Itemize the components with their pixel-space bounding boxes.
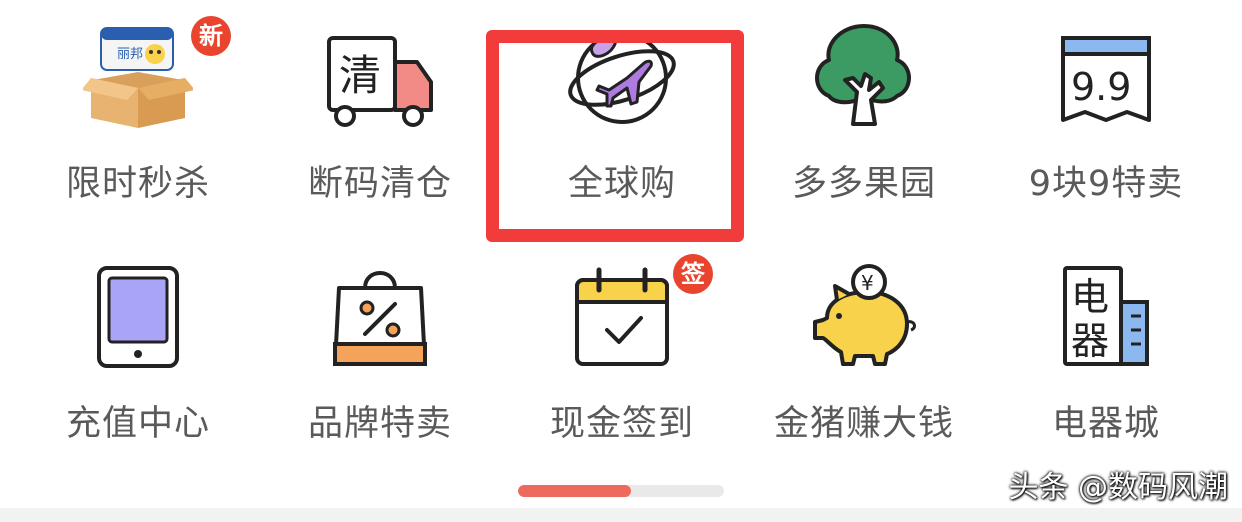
- new-badge: 新: [191, 16, 231, 56]
- menu-item-label: 电器城: [1051, 404, 1160, 444]
- menu-item-99-sale[interactable]: 9.9 9块9特卖: [1001, 0, 1201, 204]
- highlight-box: [486, 30, 744, 242]
- menu-item-orchard[interactable]: 多多果园: [759, 0, 959, 204]
- menu-item-label: 限时秒杀: [65, 164, 210, 204]
- box-brand-text: 丽邦: [117, 47, 143, 62]
- watermark: 头条 @数码风潮: [1008, 470, 1228, 505]
- page-indicator: [518, 485, 724, 497]
- sign-badge: 签: [673, 254, 713, 294]
- piggy-bank-icon: ¥: [809, 260, 919, 370]
- menu-item-golden-pig[interactable]: ¥ 金猪赚大钱: [759, 240, 959, 444]
- menu-item-recharge[interactable]: 充值中心: [33, 240, 233, 444]
- clearance-char: 清: [339, 51, 381, 100]
- menu-item-label: 9块9特卖: [1028, 164, 1184, 204]
- menu-item-label: 金猪赚大钱: [773, 404, 954, 444]
- tree-icon: [809, 20, 919, 130]
- menu-item-label: 品牌特卖: [307, 404, 452, 444]
- tablet-icon: [83, 260, 193, 370]
- shopping-bag-percent-icon: [325, 260, 435, 370]
- appliance-char-top: 电: [1071, 275, 1109, 319]
- flash-sale-box-icon: 丽邦: [83, 20, 193, 130]
- menu-item-flash-sale[interactable]: 丽邦 新 限时秒杀: [33, 0, 233, 204]
- clearance-truck-icon: 清: [325, 20, 435, 130]
- calendar-99-icon: 9.9: [1051, 20, 1161, 130]
- menu-item-label: 断码清仓: [307, 164, 452, 204]
- page-indicator-active: [518, 485, 632, 497]
- menu-item-cash-checkin[interactable]: 签 现金签到: [517, 240, 717, 444]
- price-99-text: 9.9: [1071, 65, 1131, 109]
- appliance-char-bottom: 器: [1071, 319, 1109, 363]
- menu-item-brand-sale[interactable]: 品牌特卖: [275, 240, 475, 444]
- coin-symbol: ¥: [861, 271, 874, 295]
- menu-item-clearance[interactable]: 清 断码清仓: [275, 0, 475, 204]
- calendar-check-icon: [567, 260, 677, 370]
- menu-item-label: 多多果园: [791, 164, 936, 204]
- menu-item-label: 充值中心: [65, 404, 210, 444]
- appliance-building-icon: 电 器: [1051, 260, 1161, 370]
- menu-item-label: 现金签到: [549, 404, 694, 444]
- menu-item-appliance[interactable]: 电 器 电器城: [1001, 240, 1201, 444]
